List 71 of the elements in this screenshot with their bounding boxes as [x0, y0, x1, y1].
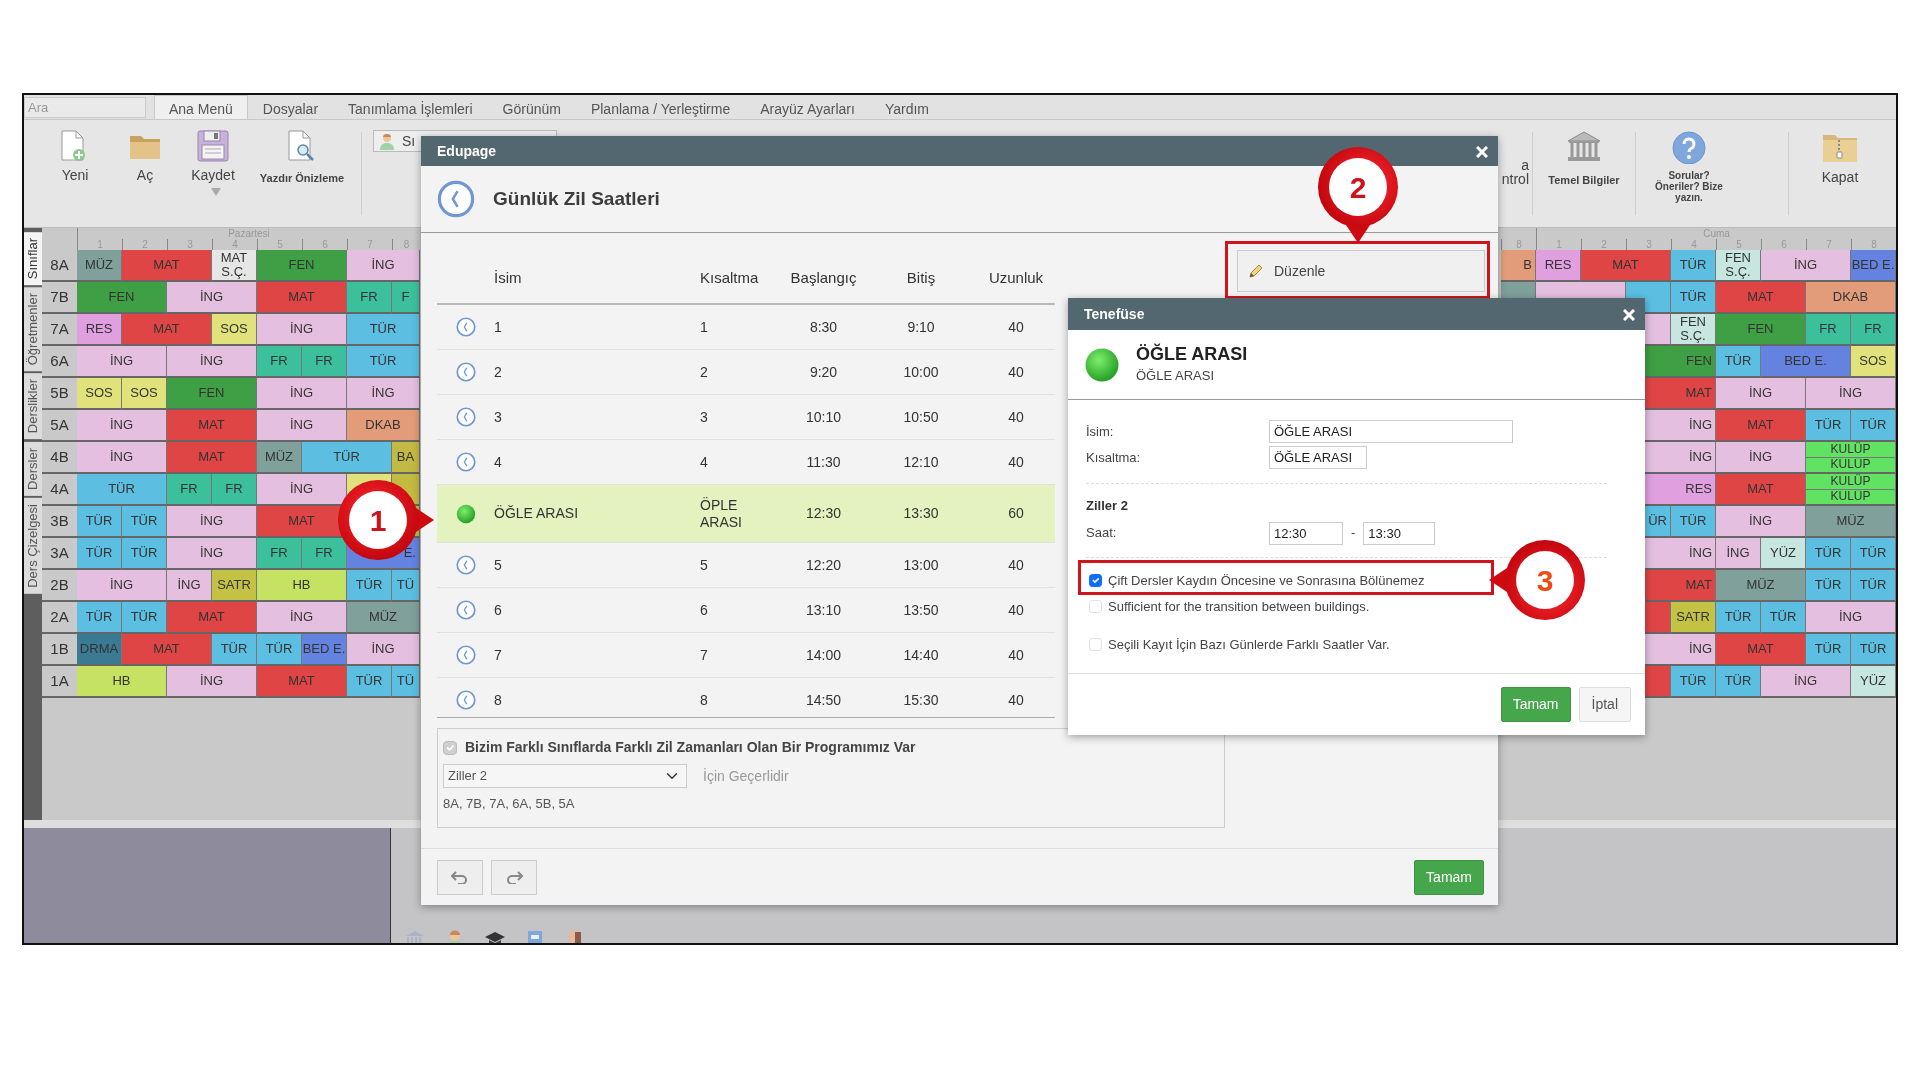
field-label: Kısaltma: — [1086, 448, 1142, 467]
table-cell: 3 — [700, 408, 708, 425]
table-cell: 4 — [494, 453, 502, 470]
table-cell: 7 — [494, 646, 502, 663]
table-cell: 9:20 — [809, 363, 838, 380]
table-cell: 40 — [1008, 601, 1024, 618]
checkbox-label: Seçili Kayıt İçin Bazı Günlerde Farklı Saatler Var. — [1108, 635, 1390, 654]
dialog-subheading: ÖĞLE ARASI — [1136, 366, 1216, 385]
table-cell: 8 — [494, 691, 502, 708]
table-cell: 5 — [700, 556, 708, 573]
table-cell: 3 — [494, 408, 502, 425]
table-cell: 1 — [700, 318, 708, 335]
table-cell: 6 — [700, 601, 708, 618]
table-cell: 40 — [1008, 646, 1024, 663]
table-cell: 8 — [700, 691, 708, 708]
dialog-title: Edupage — [437, 141, 497, 161]
table-cell: 40 — [1008, 453, 1024, 470]
table-cell: ÖPLE ARASI — [700, 496, 742, 530]
table-cell: 1 — [494, 318, 502, 335]
time-separator: - — [1351, 524, 1356, 543]
table-cell: 40 — [1008, 691, 1024, 708]
table-cell: 10:10 — [805, 408, 841, 425]
table-cell: 10:00 — [903, 363, 939, 380]
table-cell: 12:30 — [805, 505, 841, 521]
column-header: Uzunluk — [987, 267, 1045, 288]
column-header: Başlangıç — [789, 267, 858, 288]
step-callout-tooltip: 2 — [1298, 127, 1418, 247]
table-cell: 2 — [700, 363, 708, 380]
toolbar-label: a — [1521, 158, 1529, 172]
dialog-heading: Günlük Zil Saatleri — [493, 186, 660, 211]
column-header: Kısaltma — [700, 269, 760, 287]
step-callout-tooltip: 3 — [1485, 520, 1605, 640]
table-cell: 14:40 — [903, 646, 939, 663]
class-list: 8A, 7B, 7A, 6A, 5B, 5A — [443, 794, 1219, 814]
toolbar-label: ntrol — [1501, 172, 1529, 186]
table-cell: 8:30 — [809, 318, 838, 335]
table-cell: 40 — [1008, 318, 1024, 335]
table-cell: 9:10 — [907, 318, 935, 335]
applies-label: İçin Geçerlidir — [703, 766, 789, 786]
table-cell: 40 — [1008, 556, 1024, 573]
table-cell: 14:50 — [805, 691, 841, 708]
table-cell: 10:50 — [903, 408, 939, 425]
table-cell: ÖĞLE ARASI — [494, 505, 579, 521]
table-cell: 13:00 — [903, 556, 939, 573]
dialog-heading: ÖĞLE ARASI — [1136, 343, 1248, 366]
table-cell: 13:50 — [903, 601, 939, 618]
table-cell: 5 — [494, 556, 502, 573]
table-cell: 13:30 — [903, 505, 939, 521]
table-cell: 6 — [494, 601, 502, 618]
checkbox-label: Sufficient for the transition between buildings. — [1108, 598, 1370, 616]
picker-value: Sı — [402, 131, 416, 151]
table-cell: 4 — [700, 453, 708, 470]
column-header: İsim — [494, 267, 523, 288]
field-label: Saat: — [1086, 524, 1118, 543]
table-cell: 15:30 — [903, 691, 939, 708]
table-cell: 12:20 — [805, 556, 841, 573]
table-cell: 14:00 — [805, 646, 841, 663]
table-cell: 7 — [700, 646, 708, 663]
table-cell: 40 — [1008, 408, 1024, 425]
table-cell: 12:10 — [903, 453, 939, 470]
checkbox-label: Çift Dersler Kaydın Öncesine ve Sonrasına Bölünemez — [1108, 571, 1425, 590]
table-cell: 11:30 — [806, 453, 841, 470]
table-cell: 40 — [1008, 363, 1024, 380]
section-title: Ziller 2 — [1086, 497, 1129, 515]
table-cell: 60 — [1008, 505, 1024, 521]
table-cell: 13:10 — [805, 601, 841, 618]
checkbox-label: Bizim Farklı Sınıflarda Farklı Zil Zamanları Olan Bir Programımız Var — [465, 738, 916, 757]
column-header: Bitiş — [905, 267, 937, 288]
field-label: İsim: — [1086, 422, 1115, 441]
table-cell: 2 — [494, 363, 502, 380]
dialog-title: Tenefüse — [1084, 304, 1145, 324]
